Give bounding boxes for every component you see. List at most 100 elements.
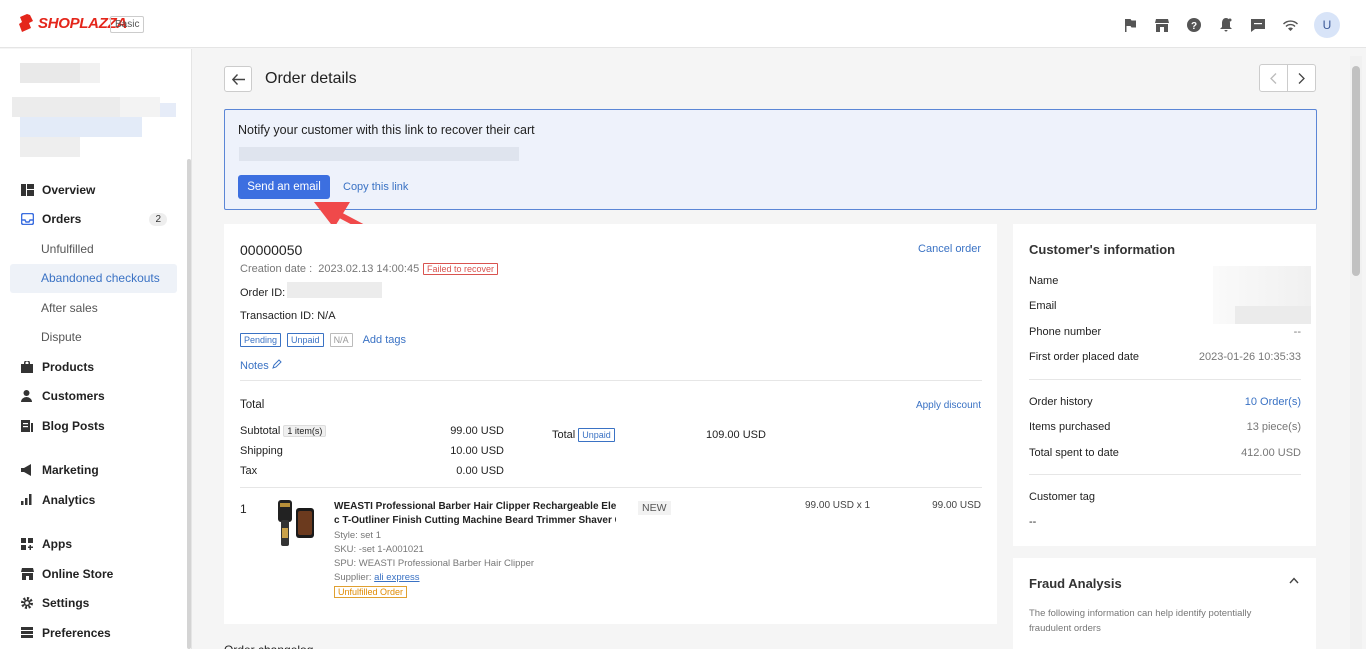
product-spu: SPU: WEASTI Professional Barber Hair Cli… xyxy=(334,558,535,569)
page-title: Order details xyxy=(265,70,357,87)
orders-icon xyxy=(21,212,35,226)
tax-value: 0.00 USD xyxy=(456,465,504,477)
blog-icon xyxy=(21,419,35,433)
apps-icon xyxy=(21,537,35,551)
status-badge: Failed to recover xyxy=(423,263,499,275)
wifi-icon[interactable] xyxy=(1282,17,1298,33)
order-pager xyxy=(1259,64,1316,92)
apply-discount-link[interactable]: Apply discount xyxy=(916,400,981,411)
transaction-id: Transaction ID: N/A xyxy=(240,310,336,322)
online-store-icon xyxy=(21,567,35,581)
customer-tag-label: Customer tag xyxy=(1029,491,1096,503)
customer-heading: Customer's information xyxy=(1029,242,1176,257)
sidebar-item-unfulfilled[interactable]: Unfulfilled xyxy=(0,234,187,264)
items-count-badge: 1 item(s) xyxy=(283,425,327,437)
product-image[interactable] xyxy=(272,498,318,550)
fraud-analysis-card: Fraud Analysis The following information… xyxy=(1013,558,1316,649)
grand-total-value: 109.00 USD xyxy=(706,429,766,441)
sidebar-item-after-sales[interactable]: After sales xyxy=(0,293,187,323)
supplier-link[interactable]: ali express xyxy=(374,572,419,583)
product-sku: SKU: -set 1-A001021 xyxy=(334,544,424,555)
top-icons: ? U xyxy=(1122,12,1340,38)
sidebar-item-settings[interactable]: Settings xyxy=(0,589,187,619)
sidebar-item-blog-posts[interactable]: Blog Posts xyxy=(0,411,187,441)
recover-cart-banner: Notify your customer with this link to r… xyxy=(224,109,1317,210)
total-spent-value: 412.00 USD xyxy=(1241,447,1301,459)
customer-tag-value: -- xyxy=(1029,516,1037,528)
sidebar-item-label: Marketing xyxy=(42,463,99,478)
changelog-heading: Order changelog xyxy=(224,643,313,649)
sidebar-item-apps[interactable]: Apps xyxy=(0,530,187,560)
sidebar-item-label: Analytics xyxy=(42,492,96,507)
sidebar-item-dispute[interactable]: Dispute xyxy=(0,323,187,353)
items-purchased-value: 13 piece(s) xyxy=(1246,421,1301,433)
sidebar-item-online-store[interactable]: Online Store xyxy=(0,559,187,589)
fulfillment-badge: Unfulfilled Order xyxy=(334,586,408,598)
overview-icon xyxy=(21,183,35,197)
banner-title: Notify your customer with this link to r… xyxy=(238,123,535,137)
order-history-link[interactable]: 10 Order(s) xyxy=(1245,396,1301,408)
customer-email-value xyxy=(1235,306,1311,324)
sidebar-item-label: After sales xyxy=(41,300,98,315)
price-quantity: 99.00 USD x 1 xyxy=(805,500,871,511)
add-tags-link[interactable]: Add tags xyxy=(363,334,406,346)
order-id-label: Order ID: xyxy=(240,287,286,299)
help-icon[interactable]: ? xyxy=(1186,17,1202,33)
first-order-value: 2023-01-26 10:35:33 xyxy=(1198,351,1301,363)
product-name[interactable]: WEASTI Professional Barber Hair Clipper … xyxy=(334,500,616,528)
sidebar-item-marketing[interactable]: Marketing xyxy=(0,456,187,486)
sidebar-item-label: Unfulfilled xyxy=(41,241,94,256)
subtotal-label: Subtotal 1 item(s) xyxy=(240,425,327,437)
avatar[interactable]: U xyxy=(1314,12,1340,38)
first-order-label: First order placed date xyxy=(1029,351,1140,363)
items-purchased-label: Items purchased xyxy=(1029,421,1111,433)
chat-icon[interactable] xyxy=(1250,17,1266,33)
product-name-line2: c T-Outliner Finish Cutting Machine Bear… xyxy=(334,515,616,526)
sidebar-item-customers[interactable]: Customers xyxy=(0,382,187,412)
preferences-icon xyxy=(21,626,35,640)
copy-link-button[interactable]: Copy this link xyxy=(343,181,408,193)
sidebar-item-label: Products xyxy=(42,359,95,374)
scrollbar-thumb[interactable] xyxy=(1352,66,1360,276)
sidebar-item-label: Preferences xyxy=(42,625,111,640)
sidebar-item-products[interactable]: Products xyxy=(0,352,187,382)
sidebar-item-abandoned-checkouts[interactable]: Abandoned checkouts xyxy=(10,263,177,293)
subtotal-text: Subtotal xyxy=(240,425,281,437)
sidebar-nav: Overview Orders 2 Unfulfilled Abandoned … xyxy=(0,175,187,648)
plan-badge: Basic xyxy=(110,16,145,33)
product-style: Style: set 1 xyxy=(334,530,381,541)
phone-label: Phone number xyxy=(1029,326,1102,338)
next-order-button[interactable] xyxy=(1287,64,1316,92)
bell-icon[interactable] xyxy=(1218,17,1234,33)
sidebar-item-label: Abandoned checkouts xyxy=(41,271,160,286)
svg-text:?: ? xyxy=(1191,21,1197,32)
grand-total-label: Total Unpaid xyxy=(552,428,615,442)
marketing-icon xyxy=(21,463,35,477)
sidebar-item-label: Blog Posts xyxy=(42,418,105,433)
name-label: Name xyxy=(1029,275,1059,287)
cancel-order-link[interactable]: Cancel order xyxy=(918,243,981,255)
orders-count-badge: 2 xyxy=(149,212,167,226)
settings-icon xyxy=(21,596,35,610)
line-item-index: 1 xyxy=(240,502,247,516)
sidebar-item-overview[interactable]: Overview xyxy=(0,175,187,205)
order-number: 00000050 xyxy=(240,242,303,258)
sidebar-item-label: Online Store xyxy=(42,566,114,581)
main-scrollbar[interactable] xyxy=(1350,56,1362,649)
flag-icon[interactable] xyxy=(1122,17,1138,33)
supplier-label: Supplier: xyxy=(334,572,375,583)
chevron-left-icon xyxy=(1270,72,1277,84)
order-id-value xyxy=(287,282,382,298)
total-spent-label: Total spent to date xyxy=(1029,447,1119,459)
sidebar-item-preferences[interactable]: Preferences xyxy=(0,618,187,648)
back-button[interactable] xyxy=(224,66,252,92)
sidebar-item-orders[interactable]: Orders 2 xyxy=(0,205,187,235)
chevron-up-icon[interactable] xyxy=(1289,577,1299,584)
line-total: 99.00 USD xyxy=(932,500,981,511)
sidebar-scrollbar[interactable] xyxy=(187,159,191,649)
notes-link[interactable]: Notes xyxy=(240,359,282,372)
products-icon xyxy=(21,360,35,374)
previous-order-button[interactable] xyxy=(1259,64,1288,92)
sidebar-item-analytics[interactable]: Analytics xyxy=(0,485,187,515)
store-icon[interactable] xyxy=(1154,17,1170,33)
